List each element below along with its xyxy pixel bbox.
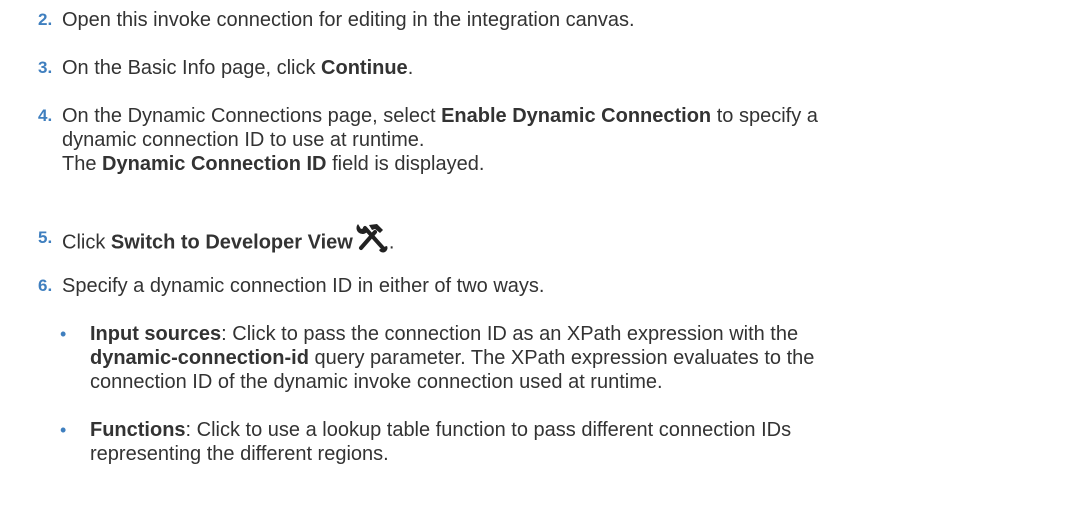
step-number: 2. <box>38 10 53 29</box>
bullet-text: Functions: Click to use a lookup table f… <box>90 418 1041 442</box>
step-text: Specify a dynamic connection ID in eithe… <box>62 275 545 297</box>
dynamic-connection-id-label: Dynamic Connection ID <box>102 153 327 175</box>
enable-dynamic-connection-label: Enable Dynamic Connection <box>441 105 712 127</box>
bullet-marker: • <box>60 324 67 344</box>
switch-to-developer-view-label: Switch to Developer View <box>110 231 353 254</box>
step-text-prefix: The <box>62 153 103 175</box>
step-text-suffix: to specify a <box>711 105 818 127</box>
step-number: 3. <box>38 58 53 77</box>
step-text-prefix: On the Dynamic Connections page, select <box>62 105 442 127</box>
step-text-line-3: The Dynamic Connection ID field is displ… <box>62 152 1061 176</box>
input-sources-label: Input sources <box>90 323 222 345</box>
bullet-text-suffix: query parameter. The XPath expression ev… <box>308 347 815 369</box>
step-text: Click Switch to Developer View . <box>62 224 1061 260</box>
bullet-text-line-2: dynamic-connection-id query parameter. T… <box>90 346 1061 370</box>
bullet-text-line-2: representing the different regions. <box>90 443 389 465</box>
step-text: On the Basic Info page, click Continue. <box>62 56 1061 80</box>
step-text-prefix: On the Basic Info page, click <box>62 57 322 79</box>
developer-view-tools-icon <box>355 220 389 254</box>
step-text-line-2: dynamic connection ID to use at runtime. <box>62 129 425 151</box>
dynamic-connection-id-param: dynamic-connection-id <box>90 347 309 369</box>
step-number: 6. <box>38 276 53 295</box>
continue-label: Continue <box>321 57 408 79</box>
bullet-text: Input sources: Click to pass the connect… <box>90 322 1041 346</box>
bullet-text-suffix: : Click to pass the connection ID as an … <box>221 323 799 345</box>
step-number: 5. <box>38 228 53 247</box>
bullet-text-line-3: connection ID of the dynamic invoke conn… <box>90 371 663 393</box>
step-text-suffix: . <box>407 57 414 79</box>
functions-label: Functions <box>90 419 186 441</box>
step-text-suffix: . <box>388 231 395 254</box>
bullet-marker: • <box>60 420 67 440</box>
step-text: Open this invoke connection for editing … <box>62 9 635 31</box>
step-text-suffix: field is displayed. <box>326 153 485 175</box>
bullet-text-suffix: : Click to use a lookup table function t… <box>185 419 792 441</box>
step-text-line-1: On the Dynamic Connections page, select … <box>62 104 1061 128</box>
step-number: 4. <box>38 106 53 125</box>
step-text-prefix: Click <box>62 231 111 254</box>
